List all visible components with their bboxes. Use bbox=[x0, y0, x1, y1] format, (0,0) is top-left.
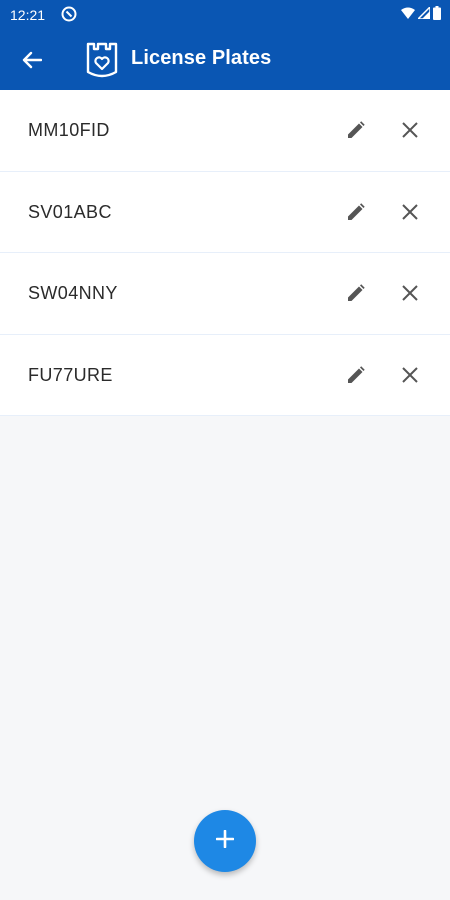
arrow-left-icon[interactable] bbox=[14, 45, 50, 75]
notification-icon bbox=[61, 6, 77, 22]
wifi-icon bbox=[401, 6, 415, 24]
plate-row[interactable]: SV01ABC bbox=[0, 171, 450, 253]
plate-row[interactable]: SW04NNY bbox=[0, 253, 450, 335]
pencil-icon[interactable] bbox=[338, 112, 374, 148]
plate-number: MM10FID bbox=[28, 120, 110, 140]
plate-row[interactable]: MM10FID bbox=[0, 90, 450, 172]
plate-list: MM10FID SV01ABC SW04NNY FU77URE bbox=[0, 90, 450, 416]
pencil-icon[interactable] bbox=[338, 357, 374, 393]
battery-icon bbox=[433, 5, 441, 25]
close-icon[interactable] bbox=[392, 357, 428, 393]
pencil-icon[interactable] bbox=[338, 275, 374, 311]
plate-row[interactable]: FU77URE bbox=[0, 334, 450, 416]
close-icon[interactable] bbox=[392, 194, 428, 230]
status-time: 12:21 bbox=[10, 7, 46, 23]
plate-number: FU77URE bbox=[28, 364, 113, 385]
signal-icon bbox=[416, 5, 431, 24]
status-bar: 12:21 bbox=[0, 0, 450, 30]
system-icons bbox=[401, 5, 441, 25]
castle-heart-logo-icon bbox=[84, 40, 120, 80]
page-title: License Plates bbox=[131, 47, 272, 69]
plate-number: SV01ABC bbox=[28, 201, 112, 222]
pencil-icon[interactable] bbox=[338, 194, 374, 230]
close-icon[interactable] bbox=[392, 275, 428, 311]
close-icon[interactable] bbox=[392, 112, 428, 148]
add-plate-button[interactable] bbox=[194, 810, 256, 872]
plus-icon bbox=[215, 829, 235, 853]
app-bar: License Plates bbox=[0, 30, 450, 90]
plate-number: SW04NNY bbox=[28, 283, 118, 303]
